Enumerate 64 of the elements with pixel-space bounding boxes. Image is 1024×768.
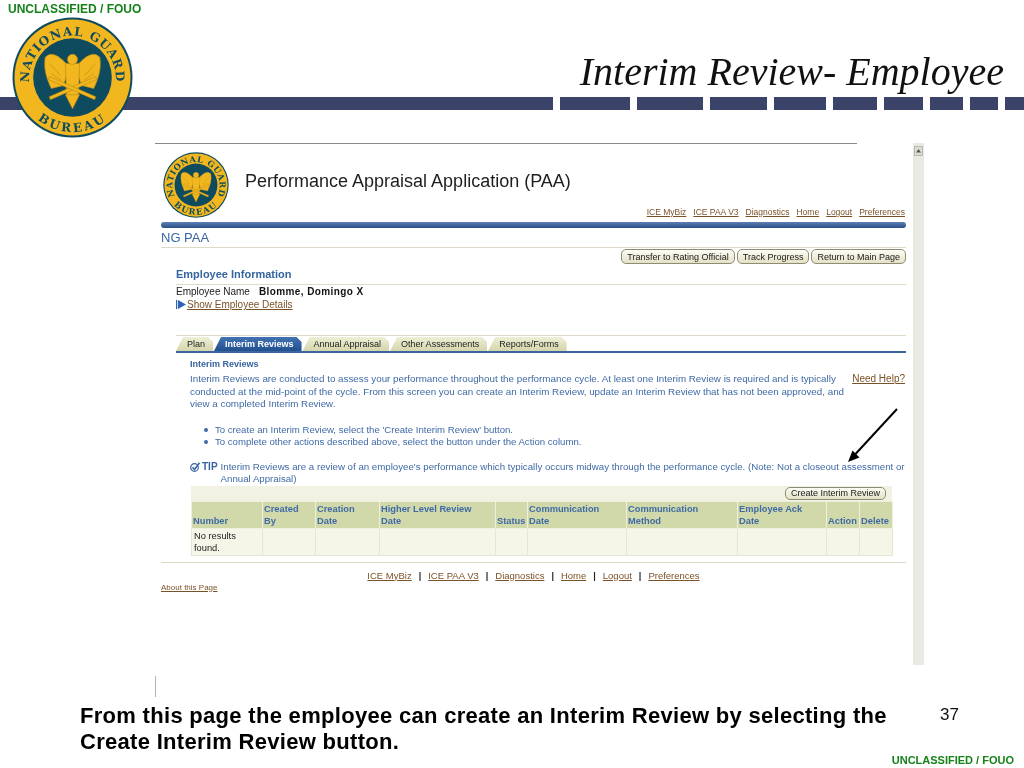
footer-link[interactable]: Logout [602,569,632,582]
column-header: Creation Date [315,501,380,528]
tab[interactable]: Other Assessments [390,337,488,351]
column-header: Created By [262,501,316,528]
tip-label: TIP [202,460,218,473]
column-header: Number [191,501,263,528]
column-header: Action [826,501,860,528]
tab[interactable]: Interim Reviews [214,337,302,351]
bullet-text: To create an Interim Review, select the 'Create Interim Review' button. [215,423,513,436]
link-separator: | [551,569,554,582]
column-header: Higher Level Review Date [379,501,496,528]
panel-heading: Interim Reviews [190,359,259,370]
annotation-arrow [848,408,898,462]
about-link[interactable]: About this Page [161,582,218,593]
header-link[interactable]: Diagnostics [745,207,790,217]
tab[interactable]: Annual Appraisal [302,337,390,351]
create-button[interactable]: Create Interim Review [784,486,886,500]
tab[interactable]: Reports/Forms [488,337,567,351]
field-value: Blomme, Domingo X [258,286,364,297]
bullet-text: To complete other actions described above, select the button under the Action column. [215,435,582,448]
column-header: Communication Method [626,501,738,528]
page-number: 37 [940,705,959,725]
link-separator: | [418,569,422,582]
column-header: Status [495,501,528,528]
tip-text: Interim Reviews are a review of an employee's performance which typically occurs midway through the performance cycle. (Note: Not a closeout assessment or Annual Appraisal) [220,460,905,486]
slide-caption: From this page the employee can create an Interim Review by selecting the Create Interim Review button. [80,703,888,755]
footer-link[interactable]: Preferences [648,569,700,582]
header-link[interactable]: ICE MyBiz [646,207,687,217]
footer-link[interactable]: Home [560,569,587,582]
field-label: Employee Name [176,286,250,297]
classification-label: UNCLASSIFIED / FOUO [8,2,142,16]
table-cell [315,528,380,555]
footer-link[interactable]: ICE MyBiz [367,569,412,582]
column-header: Delete [859,501,893,528]
help-link[interactable]: Need Help? [852,373,905,385]
header-link[interactable]: ICE PAA V3 [693,207,739,217]
table-cell: No results found. [191,528,263,555]
header-link[interactable]: Home [796,207,820,217]
disclosure-triangle-icon[interactable] [176,300,186,309]
link-separator: | [638,569,642,582]
slide-title: Interim Review- Employee [579,50,1004,94]
details-link[interactable]: Show Employee Details [187,299,293,310]
column-header: Communication Date [527,501,627,528]
scrollbar[interactable] [913,143,924,665]
intro-paragraph: Interim Reviews are conducted to assess your performance throughout the performance cycle. At least one Interim Review is required and is typically conducted at the mid-point of the cycle. From this screen you can create an Interim Review, update an Interim Review that has not been approved, and view a completed Interim Review. [190,373,846,411]
bullet-icon [204,439,208,444]
header-link[interactable]: Logout [826,207,853,217]
section-title: NG PAA [161,230,210,246]
check-icon [190,461,200,472]
header-link[interactable]: Preferences [859,207,905,217]
link-separator: | [593,569,596,582]
scroll-up-arrow-icon[interactable] [914,146,923,156]
action-button[interactable]: Return to Main Page [811,249,906,264]
section-heading: Employee Information [176,268,292,281]
footer-link[interactable]: Diagnostics [495,569,545,582]
action-button[interactable]: Track Progress [736,249,810,264]
tab[interactable]: Plan [176,337,213,351]
footer-link[interactable]: ICE PAA V3 [428,569,479,582]
action-button[interactable]: Transfer to Rating Official [621,249,735,264]
bullet-icon [204,427,208,432]
app-title: Performance Appraisal Application (PAA) [245,170,571,192]
classification-label: UNCLASSIFIED / FOUO [891,755,1014,766]
link-separator: | [485,569,489,582]
column-header: Employee Ack Date [737,501,827,528]
